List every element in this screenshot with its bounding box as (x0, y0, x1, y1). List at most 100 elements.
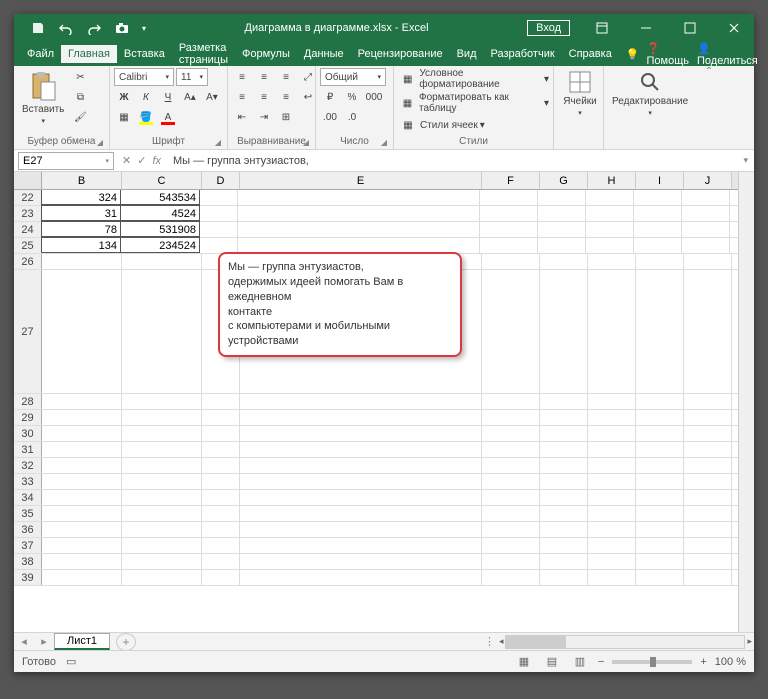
cell[interactable] (122, 442, 202, 457)
cell[interactable] (588, 254, 636, 269)
cell[interactable] (482, 474, 540, 489)
cell[interactable] (588, 410, 636, 425)
zoom-slider[interactable] (612, 660, 692, 664)
cell[interactable] (540, 442, 588, 457)
cell[interactable] (482, 522, 540, 537)
orientation-icon[interactable]: ⤢ (298, 68, 318, 86)
increase-decimal-icon[interactable]: .00 (320, 108, 340, 126)
cell[interactable] (540, 522, 588, 537)
cell[interactable] (682, 190, 730, 205)
cell[interactable] (202, 538, 240, 553)
cell[interactable] (482, 426, 540, 441)
cell[interactable] (122, 490, 202, 505)
cell[interactable] (482, 570, 540, 585)
cell[interactable] (42, 538, 122, 553)
align-right-icon[interactable]: ≡ (276, 88, 296, 106)
cell[interactable] (240, 394, 482, 409)
dialog-launcher-icon[interactable]: ◢ (97, 138, 103, 147)
cell[interactable] (636, 554, 684, 569)
tell-me-icon[interactable]: 💡 (619, 45, 647, 64)
cell[interactable] (540, 458, 588, 473)
cell[interactable] (540, 538, 588, 553)
cell[interactable] (682, 206, 730, 221)
select-all-corner[interactable] (14, 172, 42, 189)
cell[interactable] (202, 458, 240, 473)
cell[interactable] (42, 506, 122, 521)
sheet-nav-prev-icon[interactable]: ◂ (14, 635, 34, 648)
cell[interactable] (636, 270, 684, 393)
cell[interactable] (122, 522, 202, 537)
cell[interactable] (588, 490, 636, 505)
row-header[interactable]: 34 (14, 490, 42, 505)
row-header[interactable]: 29 (14, 410, 42, 425)
cell[interactable] (540, 554, 588, 569)
cell[interactable] (42, 570, 122, 585)
row-header[interactable]: 28 (14, 394, 42, 409)
page-break-view-icon[interactable]: ▥ (570, 654, 590, 670)
row-header[interactable]: 30 (14, 426, 42, 441)
row-header[interactable]: 36 (14, 522, 42, 537)
collapse-ribbon-icon[interactable]: ⌃ (700, 66, 718, 149)
cell[interactable] (684, 570, 732, 585)
name-box[interactable]: E27▾ (18, 152, 114, 170)
cell[interactable]: 78 (41, 221, 121, 237)
cell[interactable] (122, 474, 202, 489)
column-header[interactable]: I (636, 172, 684, 189)
cell[interactable] (200, 190, 238, 205)
cell[interactable] (684, 490, 732, 505)
cell[interactable] (682, 222, 730, 237)
align-bottom-icon[interactable]: ≡ (276, 68, 296, 86)
row-header[interactable]: 26 (14, 254, 42, 269)
cell[interactable] (636, 410, 684, 425)
cell[interactable] (540, 270, 588, 393)
currency-icon[interactable]: ₽ (320, 88, 340, 106)
cell[interactable] (240, 522, 482, 537)
cell[interactable] (202, 570, 240, 585)
cell[interactable] (42, 394, 122, 409)
cell[interactable] (482, 538, 540, 553)
camera-icon[interactable] (114, 20, 130, 36)
cell[interactable] (586, 206, 634, 221)
help-button[interactable]: ❓ Помощь (647, 42, 690, 67)
align-middle-icon[interactable]: ≡ (254, 68, 274, 86)
cell[interactable] (588, 426, 636, 441)
merge-icon[interactable]: ⊞ (276, 108, 296, 126)
conditional-formatting-button[interactable]: ▦Условное форматирование ▾ (398, 68, 549, 90)
tab-split-icon[interactable]: ⋮ (480, 635, 499, 648)
cell[interactable] (238, 222, 480, 237)
cell[interactable] (482, 270, 540, 393)
share-button[interactable]: 👤 Поделиться (697, 42, 758, 67)
cell[interactable] (636, 458, 684, 473)
menu-insert[interactable]: Вставка (117, 45, 172, 63)
cell[interactable] (540, 254, 588, 269)
sheet-tab[interactable]: Лист1 (54, 633, 110, 650)
column-header[interactable]: H (588, 172, 636, 189)
percent-icon[interactable]: % (342, 88, 362, 106)
increase-indent-icon[interactable]: ⇥ (254, 108, 274, 126)
dialog-launcher-icon[interactable]: ◢ (215, 138, 221, 147)
row-header[interactable]: 37 (14, 538, 42, 553)
cell[interactable] (482, 506, 540, 521)
cell[interactable] (538, 190, 586, 205)
format-painter-icon[interactable]: 🖌 (70, 108, 90, 126)
cell[interactable] (682, 238, 730, 253)
copy-icon[interactable]: ⧉ (70, 88, 90, 106)
decrease-indent-icon[interactable]: ⇤ (232, 108, 252, 126)
cancel-formula-icon[interactable]: ✕ (122, 154, 131, 167)
cell[interactable] (588, 506, 636, 521)
column-header[interactable]: J (684, 172, 732, 189)
cell[interactable] (480, 222, 538, 237)
cell[interactable] (122, 570, 202, 585)
cell[interactable] (588, 442, 636, 457)
cell[interactable] (636, 570, 684, 585)
cell[interactable] (42, 442, 122, 457)
cell[interactable] (202, 426, 240, 441)
cell[interactable]: 31 (41, 205, 121, 221)
cell[interactable] (122, 506, 202, 521)
cell[interactable] (588, 394, 636, 409)
column-header[interactable]: C (122, 172, 202, 189)
scroll-left-icon[interactable]: ◂ (499, 636, 504, 647)
cell[interactable] (480, 206, 538, 221)
cell[interactable] (482, 254, 540, 269)
cell[interactable] (202, 442, 240, 457)
